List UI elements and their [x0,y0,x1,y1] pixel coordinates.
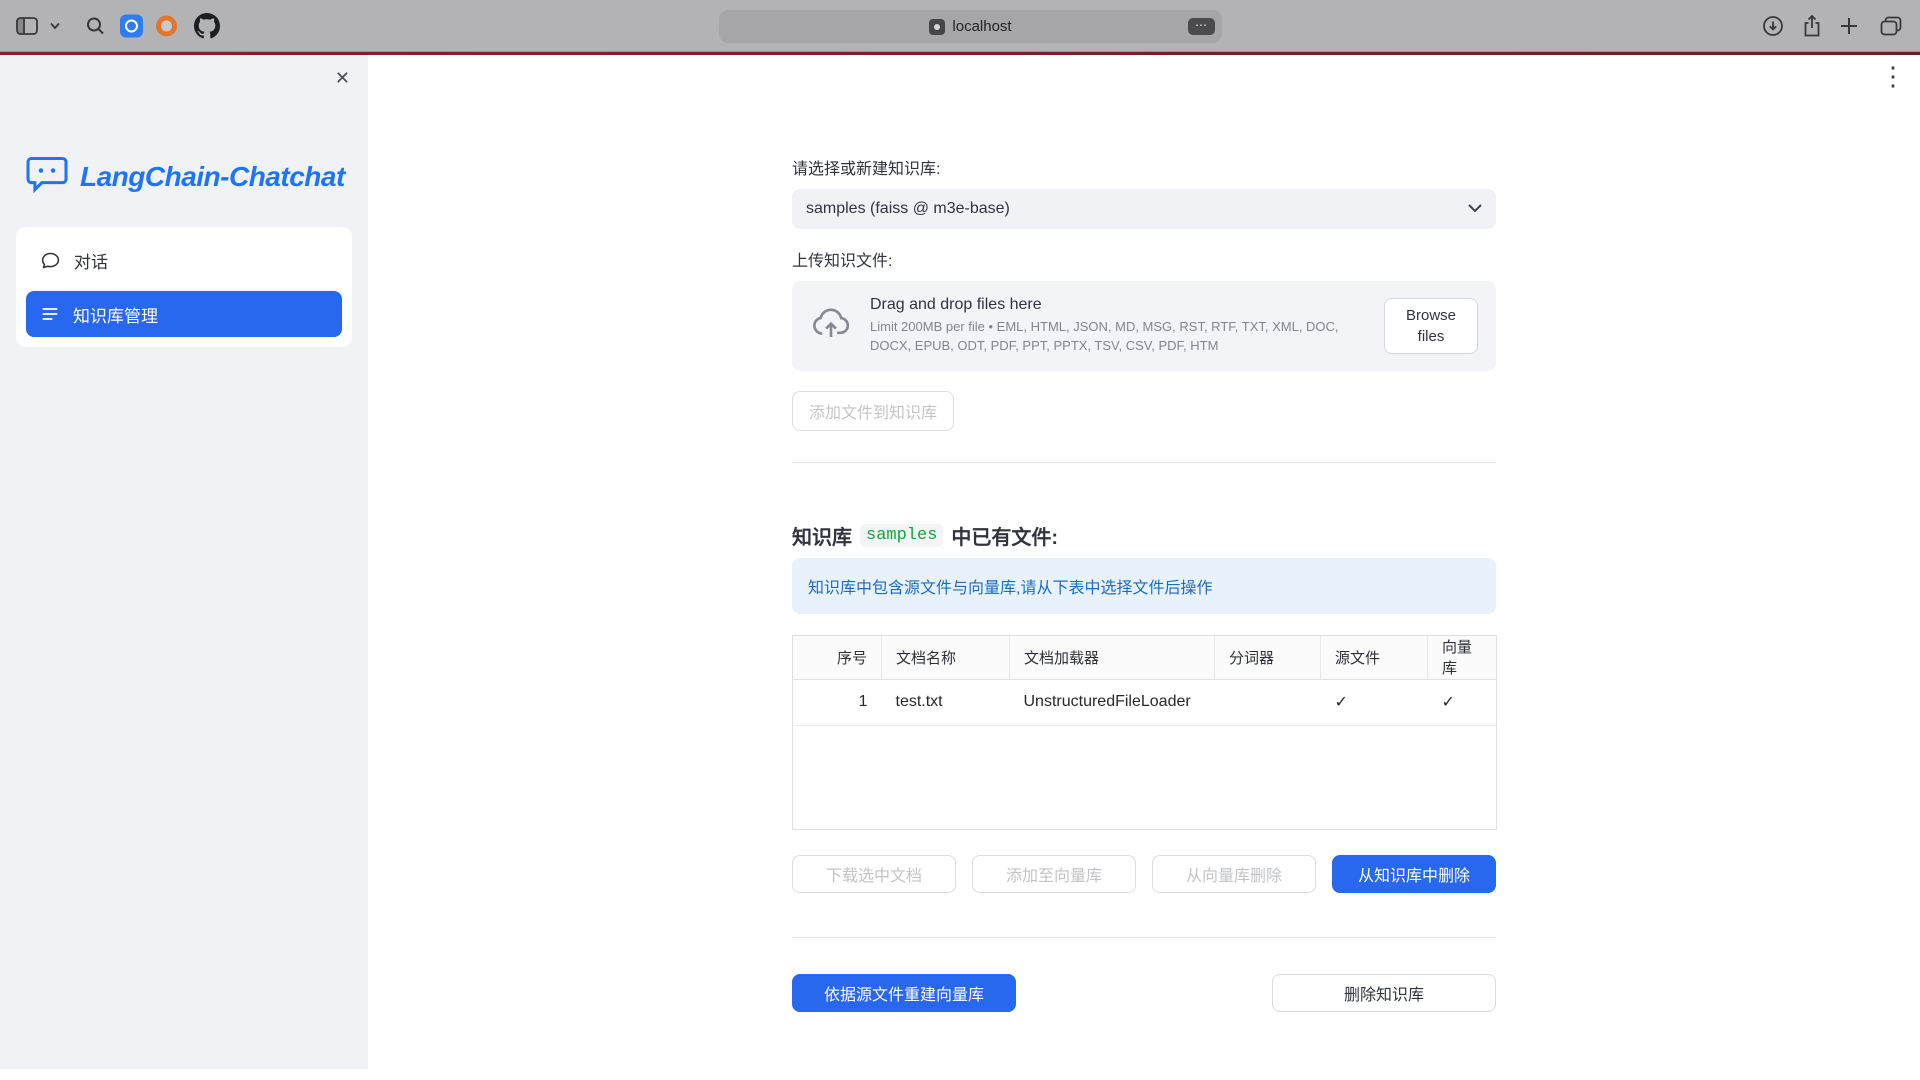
table-header-cell[interactable]: 文档加载器 [1010,635,1215,679]
divider [792,937,1496,938]
github-extension-icon[interactable] [194,13,220,39]
address-text: localhost [952,18,1011,35]
sidebar-toggle-icon[interactable] [16,17,38,35]
download-selected-button[interactable]: 下载选中文档 [792,855,956,893]
add-files-button[interactable]: 添加文件到知识库 [792,391,954,431]
chevron-down-icon [1468,200,1482,218]
kb-name-code: samples [860,524,943,547]
sidebar-item-dialogue[interactable]: 对话 [26,237,342,283]
kb-select[interactable]: samples (faiss @ m3e-base) [792,189,1496,229]
sidebar-menu: 对话 知识库管理 [16,227,352,347]
app-logo-text: LangChain-Chatchat [80,161,345,193]
divider [792,462,1496,463]
sidebar: ✕ LangChain-Chatchat 对话 [0,55,368,1069]
rebuild-vectorstore-button[interactable]: 依据源文件重建向量库 [792,974,1016,1012]
kb-heading-prefix: 知识库 [792,521,852,550]
address-bar[interactable]: localhost ⋯ [719,10,1222,43]
share-icon[interactable] [1803,15,1821,37]
kb-select-value: samples (faiss @ m3e-base) [806,200,1010,218]
dropzone-text: Drag and drop files here Limit 200MB per… [870,296,1366,356]
site-favicon [929,19,945,35]
delete-from-kb-button[interactable]: 从知识库中删除 [1332,855,1496,893]
upload-label: 上传知识文件: [792,247,1496,271]
chat-icon [40,250,61,271]
browser-extension-icon-blue[interactable] [120,14,143,37]
sidebar-item-label: 对话 [74,248,108,273]
tab-overview-icon[interactable] [1880,16,1902,36]
delete-kb-button[interactable]: 删除知识库 [1272,974,1496,1012]
table-header-row: 序号 文档名称 文档加载器 分词器 源文件 向量库 [793,635,1497,679]
cell-vector-check[interactable]: ✓ [1428,679,1497,725]
table-row[interactable]: 1 test.txt UnstructuredFileLoader ✓ ✓ [793,679,1497,725]
downloads-icon[interactable] [1762,15,1784,37]
table-header-cell[interactable]: 向量库 [1428,635,1497,679]
app-logo: LangChain-Chatchat [26,155,345,198]
delete-from-vectorstore-button[interactable]: 从向量库删除 [1152,855,1316,893]
table-header-cell[interactable]: 分词器 [1215,635,1321,679]
dropzone-title: Drag and drop files here [870,296,1366,314]
table-empty-area [793,725,1497,829]
table-header-cell[interactable]: 文档名称 [882,635,1010,679]
cell-splitter[interactable] [1215,679,1321,725]
cell-index[interactable]: 1 [793,679,882,725]
info-banner: 知识库中包含源文件与向量库,请从下表中选择文件后操作 [792,558,1496,614]
dropzone-limit: Limit 200MB per file • EML, HTML, JSON, … [870,318,1366,356]
chevron-down-icon[interactable] [50,22,60,29]
file-dropzone[interactable]: Drag and drop files here Limit 200MB per… [792,281,1496,371]
cloud-upload-icon [810,302,852,349]
cell-source-check[interactable]: ✓ [1321,679,1428,725]
sidebar-item-label: 知识库管理 [73,302,158,327]
kb-list-icon [40,304,60,324]
sidebar-item-kb-management[interactable]: 知识库管理 [26,291,342,337]
kb-action-buttons: 依据源文件重建向量库 删除知识库 [792,974,1496,1012]
kb-files-heading: 知识库 samples 中已有文件: [792,521,1496,550]
kb-heading-suffix: 中已有文件: [951,521,1058,550]
app-logo-icon [26,155,68,198]
browse-files-button[interactable]: Browse files [1384,298,1478,354]
files-table: 序号 文档名称 文档加载器 分词器 源文件 向量库 1 test.txt Uns… [792,635,1497,830]
main-menu-button[interactable]: ⋮ [1880,63,1906,89]
browser-extension-icon-orange[interactable] [156,15,177,36]
kb-select-label: 请选择或新建知识库: [792,155,1496,179]
cell-loader[interactable]: UnstructuredFileLoader [1010,679,1215,725]
add-to-vectorstore-button[interactable]: 添加至向量库 [972,855,1136,893]
browser-toolbar: localhost ⋯ [0,0,1920,52]
main-area: ⋮ 请选择或新建知识库: samples (faiss @ m3e-base) … [368,55,1920,1079]
new-tab-icon[interactable] [1840,17,1858,35]
search-icon[interactable] [86,16,105,35]
table-header-cell[interactable]: 源文件 [1321,635,1428,679]
cell-doc-name[interactable]: test.txt [882,679,1010,725]
table-header-cell[interactable]: 序号 [793,635,882,679]
sidebar-close-button[interactable]: ✕ [335,69,350,87]
main-content: 请选择或新建知识库: samples (faiss @ m3e-base) 上传… [792,55,1496,1012]
extensions-menu-icon[interactable]: ⋯ [1188,18,1215,35]
file-action-buttons: 下载选中文档 添加至向量库 从向量库删除 从知识库中删除 [792,855,1496,893]
